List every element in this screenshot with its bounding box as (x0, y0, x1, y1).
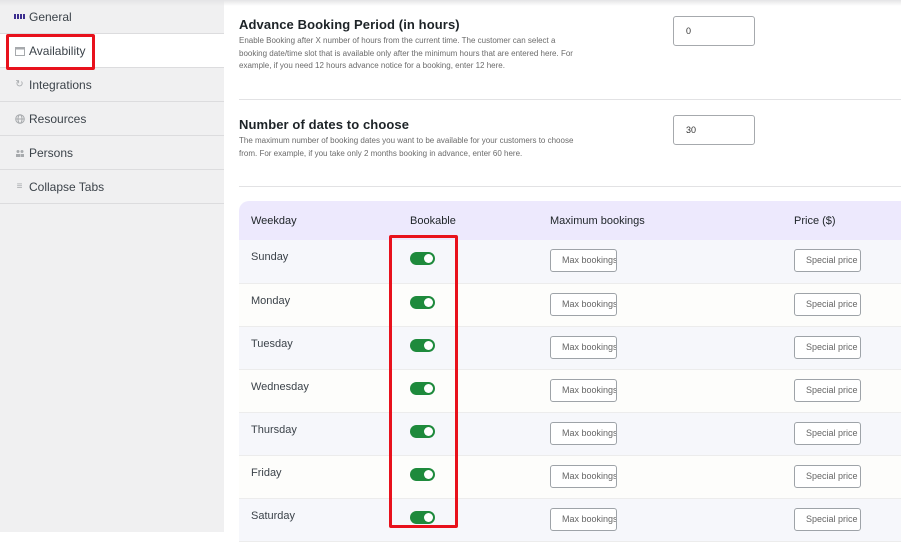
table-row: Sunday Max bookings Special price (239, 240, 901, 283)
max-bookings-input[interactable]: Max bookings (550, 464, 617, 488)
bookable-toggle[interactable] (410, 338, 435, 352)
special-price-input[interactable]: Special price (794, 507, 861, 531)
special-price-input[interactable]: Special price (794, 378, 861, 402)
globe-icon (14, 113, 25, 124)
weekday-cell: Saturday (251, 509, 296, 522)
weekday-cell: Wednesday (251, 380, 309, 393)
price-cell: Special price (782, 369, 901, 412)
price-cell: Special price (782, 283, 901, 326)
bookable-toggle[interactable] (410, 252, 435, 265)
sidebar-item-availability[interactable]: Availability (0, 34, 224, 68)
max-bookings-cell: Max bookings (538, 455, 782, 498)
sidebar-item-integrations[interactable]: ↻ Integrations (0, 68, 224, 102)
table-header-row: Weekday Bookable Maximum bookings Price … (239, 201, 901, 240)
special-price-input[interactable]: Special price (794, 249, 861, 272)
table-row: Monday Max bookings Special price (239, 283, 901, 326)
table-row: Saturday Max bookings Special price (239, 498, 901, 541)
special-price-input[interactable]: Special price (794, 292, 861, 316)
bookable-cell (398, 283, 538, 326)
price-cell: Special price (782, 326, 901, 369)
bookable-toggle[interactable] (410, 510, 435, 524)
header-price: Price ($) (794, 214, 836, 227)
table-row: Thursday Max bookings Special price (239, 412, 901, 455)
main-content: Advance Booking Period (in hours) Enable… (239, 0, 901, 187)
table-row: Wednesday Max bookings Special price (239, 369, 901, 412)
special-price-input[interactable]: Special price (794, 421, 861, 445)
max-bookings-cell: Max bookings (538, 326, 782, 369)
max-bookings-input[interactable]: Max bookings (550, 335, 617, 359)
setting-description: The maximum number of booking dates you … (239, 136, 574, 158)
bookable-cell (398, 240, 538, 283)
max-bookings-input[interactable]: Max bookings (550, 292, 617, 316)
bookable-cell (398, 455, 538, 498)
list-icon: ≡ (16, 181, 23, 192)
sidebar-item-label: Collapse Tabs (29, 179, 105, 194)
bookable-cell (398, 326, 538, 369)
table-row: Friday Max bookings Special price (239, 455, 901, 498)
bookable-cell (398, 498, 538, 541)
grid-icon (14, 11, 25, 22)
max-bookings-input[interactable]: Max bookings (550, 249, 617, 272)
bookable-toggle[interactable] (410, 381, 435, 395)
advance-booking-input[interactable]: 0 (673, 16, 755, 46)
bookable-toggle[interactable] (410, 424, 435, 438)
special-price-input[interactable]: Special price (794, 335, 861, 359)
max-bookings-cell: Max bookings (538, 369, 782, 412)
max-bookings-input[interactable]: Max bookings (550, 507, 617, 531)
bookable-toggle[interactable] (410, 295, 435, 309)
max-bookings-cell: Max bookings (538, 412, 782, 455)
header-bookable: Bookable (410, 214, 456, 227)
bookable-cell (398, 412, 538, 455)
sidebar-item-label: Availability (29, 43, 86, 58)
weekday-cell: Monday (251, 294, 291, 307)
max-bookings-input[interactable]: Max bookings (550, 378, 617, 402)
setting-title: Advance Booking Period (in hours) (239, 17, 460, 32)
max-bookings-input[interactable]: Max bookings (550, 421, 617, 445)
price-cell: Special price (782, 455, 901, 498)
sync-icon: ↻ (15, 79, 24, 90)
setting-title: Number of dates to choose (239, 117, 410, 132)
advance-booking-setting: Advance Booking Period (in hours) Enable… (239, 0, 901, 100)
bookable-cell (398, 369, 538, 412)
sidebar-item-label: General (29, 9, 72, 24)
weekday-cell: Tuesday (251, 337, 293, 350)
sidebar-item-label: Integrations (29, 77, 92, 92)
sidebar: General Availability ↻ Integrations Reso… (0, 0, 224, 532)
calendar-icon (14, 45, 25, 56)
special-price-input[interactable]: Special price (794, 464, 861, 488)
weekday-cell: Sunday (251, 251, 289, 263)
bookable-toggle[interactable] (410, 467, 435, 481)
price-cell: Special price (782, 498, 901, 541)
number-of-dates-input[interactable]: 30 (673, 115, 755, 145)
max-bookings-cell: Max bookings (538, 240, 782, 283)
sidebar-item-label: Resources (29, 111, 87, 126)
max-bookings-cell: Max bookings (538, 498, 782, 541)
price-cell: Special price (782, 412, 901, 455)
setting-description: Enable Booking after X number of hours f… (239, 36, 573, 70)
price-cell: Special price (782, 240, 901, 283)
max-bookings-cell: Max bookings (538, 283, 782, 326)
sidebar-item-persons[interactable]: Persons (0, 136, 224, 170)
top-shadow (0, 0, 901, 6)
people-icon (14, 147, 25, 158)
availability-table: Weekday Bookable Maximum bookings Price … (239, 201, 901, 542)
sidebar-item-collapse-tabs[interactable]: ≡ Collapse Tabs (0, 170, 224, 204)
weekday-cell: Thursday (251, 423, 297, 436)
sidebar-item-resources[interactable]: Resources (0, 102, 224, 136)
sidebar-item-label: Persons (29, 145, 74, 160)
header-maximum-bookings: Maximum bookings (550, 214, 645, 227)
number-of-dates-setting: Number of dates to choose The maximum nu… (239, 100, 901, 187)
header-weekday: Weekday (251, 214, 297, 227)
table-row: Tuesday Max bookings Special price (239, 326, 901, 369)
weekday-cell: Friday (251, 466, 282, 479)
